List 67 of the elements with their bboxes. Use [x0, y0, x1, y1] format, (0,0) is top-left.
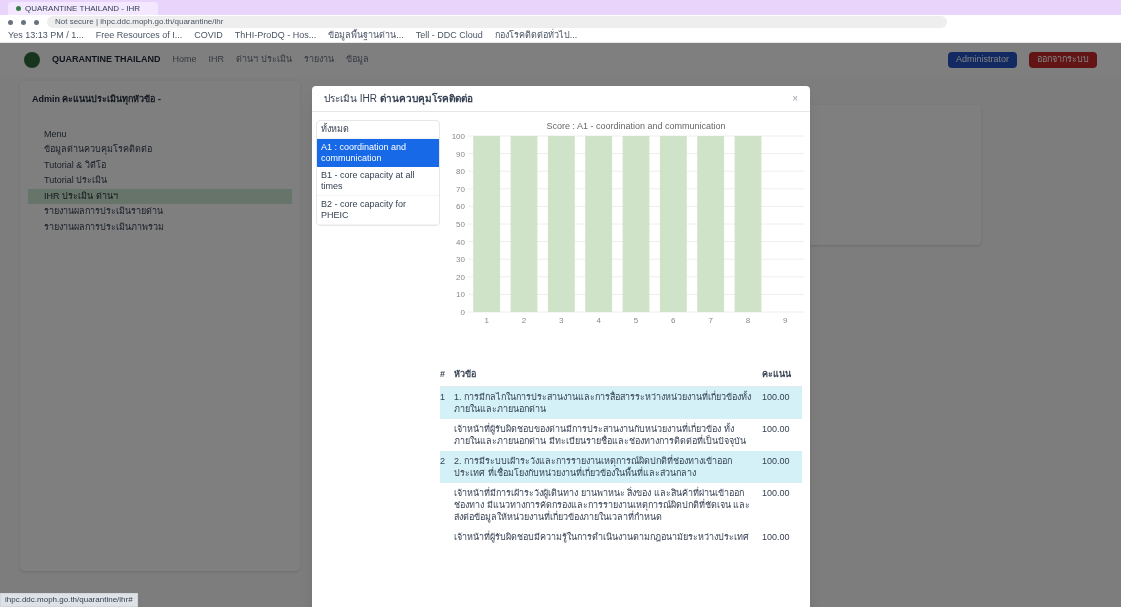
- bookmark[interactable]: Yes 13:13 PM / 1...: [8, 28, 84, 43]
- axis-tick-label: 90: [456, 149, 465, 159]
- brand-name[interactable]: QUARANTINE THAILAND: [52, 53, 161, 67]
- table-cell-text: 2: [440, 454, 446, 467]
- axis-tick-label: 0: [460, 308, 465, 317]
- axis-tick-label: 1: [484, 316, 489, 325]
- axis-tick-label: 100: [451, 132, 465, 141]
- sidebar-item[interactable]: Tutorial & วิดีโอ: [28, 157, 292, 173]
- category-tab[interactable]: B2 - core capacity for PHEIC: [317, 196, 439, 225]
- close-button[interactable]: ×: [792, 91, 798, 106]
- axis-tick-label: 60: [456, 202, 465, 212]
- sidebar-item[interactable]: ข้อมูลด่านควบคุมโรคติดต่อ: [28, 142, 292, 158]
- sidebar-item[interactable]: IHR ประเมิน ด่านฯ: [28, 188, 292, 204]
- bookmark[interactable]: COVID: [194, 28, 223, 43]
- axis-tick-label: 80: [456, 167, 465, 177]
- table-cell-text: 100.00: [762, 530, 791, 543]
- axis-tick-label: 6: [671, 316, 676, 325]
- table-cell-text: เจ้าหน้าที่มีการเฝ้าระวังผู้เดินทาง ยานพาหนะ สิ่งของ และสินค้าที่ผ่านเข้าออกช่องทาง มีแนวทางการคัดกรองและการรายงานเหตุการณ์ผิดปกติที่ชัดเจน และส่งต่อข้อมูลให้หน่วยงานที่เกี่ยวข้องภายในเวลาที่กำหนด: [454, 486, 751, 523]
- column-header: #: [440, 368, 446, 381]
- sidebar-item[interactable]: รายงานผลการประเมินรายด่าน: [28, 204, 292, 220]
- table-cell-text: เจ้าหน้าที่ผู้รับผิดชอบของด่านมีการประสานงานกับหน่วยงานที่เกี่ยวข้อง ทั้งภายในและภายนอกด่าน มีทะเบียนรายชื่อและช่องทางการติดต่อที่เป็นปัจจุบัน: [454, 422, 747, 447]
- axis-tick-label: 7: [708, 316, 713, 325]
- category-tab[interactable]: A1 : coordination and communication: [317, 139, 439, 167]
- table-cell-text: 100.00: [762, 422, 791, 435]
- axis-tick-label: 8: [745, 316, 751, 325]
- logout-button[interactable]: ออกจากระบบ: [1029, 52, 1097, 68]
- axis-tick-label: 40: [456, 237, 465, 247]
- column-header: คะแนน: [762, 368, 792, 381]
- table-cell-text: 2. การมีระบบเฝ้าระวังและการรายงานเหตุการณ์ผิดปกติที่ช่องทางเข้าออกประเทศ ที่เชื่อมโยงกับหน่วยงานที่เกี่ยวข้องในพื้นที่และส่วนกลาง: [454, 454, 733, 479]
- sidebar-title: Admin คะแนนประเมินทุกหัวข้อ -: [31, 93, 162, 107]
- table-cell-text: 1. การมีกลไกในการประสานงานและการสื่อสารระหว่างหน่วยงานที่เกี่ยวข้องทั้งภายในและภายนอกด่าน: [454, 390, 752, 415]
- sidebar-item[interactable]: รายงานผลการประเมินภาพรวม: [28, 219, 292, 235]
- table-cell-text: 100.00: [762, 486, 791, 499]
- user-button[interactable]: Administrator: [948, 52, 1017, 68]
- modal-title: ประเมิน IHR ด่านควบคุมโรคติดต่อ: [324, 92, 474, 106]
- table-cell-text: 100.00: [762, 390, 791, 403]
- axis-tick-label: 9: [783, 316, 788, 325]
- nav-link[interactable]: รายงาน: [303, 53, 334, 67]
- bookmark[interactable]: ข้อมูลพื้นฐานด่าน...: [328, 28, 404, 43]
- nav-link[interactable]: IHR: [208, 53, 224, 67]
- nav-link[interactable]: ด่านฯ ประเมิน: [236, 53, 292, 67]
- logo-icon: [24, 52, 40, 68]
- bookmark[interactable]: ThHI-ProDQ - Hos...: [234, 28, 317, 43]
- nav-link[interactable]: ข้อมูล: [345, 53, 369, 67]
- bookmark[interactable]: Tell - DDC Cloud: [415, 28, 483, 43]
- favicon-icon: [16, 6, 21, 11]
- address-bar[interactable]: Not secure | ihpc.ddc.moph.go.th/quarantine/ihr: [47, 16, 947, 28]
- table-cell-text: 1: [440, 390, 446, 403]
- sidebar-item[interactable]: Menu: [28, 126, 292, 142]
- axis-tick-label: 10: [456, 290, 465, 300]
- table-cell-text: 100.00: [762, 454, 791, 467]
- nav-link[interactable]: Home: [172, 53, 197, 67]
- table-cell-text: เจ้าหน้าที่ผู้รับผิดชอบมีความรู้ในการดำเนินงานตามกฎอนามัยระหว่างประเทศ: [454, 530, 750, 543]
- category-tab[interactable]: B1 - core capacity at all times: [317, 167, 439, 196]
- column-header: หัวข้อ: [454, 368, 477, 381]
- axis-tick-label: 30: [456, 255, 465, 265]
- axis-tick-label: 3: [559, 316, 564, 325]
- axis-tick-label: 5: [633, 316, 639, 325]
- axis-tick-label: 70: [456, 184, 465, 194]
- bookmark[interactable]: Free Resources of I...: [95, 28, 183, 43]
- axis-tick-label: 50: [456, 220, 465, 229]
- sidebar-item[interactable]: Tutorial ประเมิน: [28, 173, 292, 189]
- axis-tick-label: 4: [596, 316, 601, 325]
- axis-tick-label: 2: [521, 316, 527, 325]
- bookmark[interactable]: กองโรคติดต่อทั่วไป...: [494, 28, 578, 43]
- chart-title: Score : A1 - coordination and communication: [546, 121, 726, 131]
- axis-tick-label: 20: [456, 272, 465, 282]
